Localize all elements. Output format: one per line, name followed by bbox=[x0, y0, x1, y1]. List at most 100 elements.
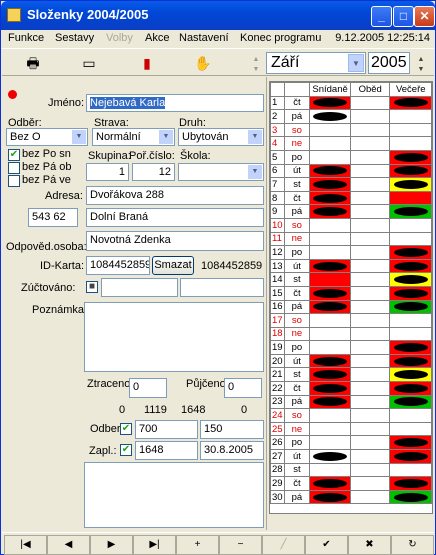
strava-select[interactable]: Normální ▼ bbox=[92, 128, 175, 146]
dinner-cell[interactable] bbox=[389, 299, 432, 315]
day-number[interactable]: 7 bbox=[270, 177, 285, 192]
dinner-cell[interactable] bbox=[389, 449, 432, 464]
day-number[interactable]: 29 bbox=[270, 476, 285, 491]
lunch-cell[interactable] bbox=[349, 394, 391, 410]
weekday-label[interactable]: út bbox=[283, 353, 311, 369]
calendar-row[interactable]: 21st bbox=[270, 367, 432, 383]
day-number[interactable]: 18 bbox=[270, 326, 285, 342]
day-number[interactable]: 17 bbox=[270, 313, 285, 328]
card-icon[interactable]: ▭ bbox=[78, 53, 100, 73]
dinner-cell[interactable] bbox=[389, 313, 432, 328]
breakfast-cell[interactable] bbox=[309, 122, 351, 138]
dinner-cell[interactable] bbox=[389, 204, 432, 219]
city-input[interactable]: Dolní Braná bbox=[86, 208, 264, 227]
dinner-cell[interactable] bbox=[389, 177, 432, 192]
weekday-label[interactable]: út bbox=[283, 163, 311, 179]
odber-select[interactable]: Bez O ▼ bbox=[6, 128, 88, 146]
weekday-label[interactable]: čt bbox=[283, 476, 311, 491]
calendar-row[interactable]: 28st bbox=[270, 462, 432, 478]
menu-nastaveni[interactable]: Nastavení bbox=[179, 32, 229, 44]
dinner-cell[interactable] bbox=[389, 231, 432, 247]
day-number[interactable]: 23 bbox=[270, 394, 285, 410]
skola-select[interactable]: ▼ bbox=[178, 163, 264, 181]
dinner-cell[interactable] bbox=[389, 367, 432, 383]
breakfast-cell[interactable] bbox=[309, 299, 351, 315]
calendar-row[interactable]: 5 po bbox=[270, 149, 432, 165]
minimize-button[interactable]: _ bbox=[371, 6, 392, 27]
lunch-cell[interactable] bbox=[349, 95, 391, 111]
weekday-label[interactable]: pá bbox=[283, 109, 311, 124]
lunch-cell[interactable] bbox=[349, 285, 391, 301]
check-bez-pa-ob[interactable] bbox=[8, 162, 20, 174]
menu-funkce[interactable]: Funkce bbox=[8, 32, 44, 44]
weekday-label[interactable]: ne bbox=[283, 136, 311, 151]
year-spin-down[interactable]: ▼ bbox=[414, 65, 428, 74]
lunch-cell[interactable] bbox=[349, 449, 391, 464]
check-bez-po-sn[interactable]: ✔ bbox=[8, 149, 20, 161]
day-number[interactable]: 12 bbox=[270, 245, 285, 260]
breakfast-cell[interactable] bbox=[309, 163, 351, 179]
breakfast-cell[interactable] bbox=[309, 353, 351, 369]
calendar-row[interactable]: 1 čt bbox=[270, 95, 432, 111]
osoba-input[interactable]: Novotná Zdenka bbox=[86, 231, 264, 251]
prev-record-button[interactable]: ◀ bbox=[47, 535, 90, 555]
calendar-row[interactable]: 22 čt bbox=[270, 381, 432, 396]
dinner-cell[interactable] bbox=[389, 462, 432, 478]
day-number[interactable]: 30 bbox=[270, 489, 285, 505]
book-icon[interactable]: ▮ bbox=[136, 53, 158, 73]
lunch-cell[interactable] bbox=[349, 122, 391, 138]
skupina-input[interactable]: 1 bbox=[86, 163, 129, 181]
calendar-row[interactable]: 19 po bbox=[270, 340, 432, 355]
name-input[interactable]: Nejebavá Karla bbox=[86, 94, 264, 112]
calendar-row[interactable]: 6 út bbox=[270, 163, 432, 179]
odber2-input[interactable]: 700 bbox=[135, 420, 198, 439]
breakfast-cell[interactable] bbox=[309, 435, 351, 451]
day-number[interactable]: 19 bbox=[270, 340, 285, 355]
breakfast-cell[interactable] bbox=[309, 476, 351, 491]
printer-icon[interactable]: 🖶 bbox=[22, 53, 44, 73]
day-number[interactable]: 15 bbox=[270, 285, 285, 301]
lunch-cell[interactable] bbox=[349, 272, 391, 287]
lunch-cell[interactable] bbox=[349, 258, 391, 274]
lunch-cell[interactable] bbox=[349, 109, 391, 124]
breakfast-cell[interactable] bbox=[309, 340, 351, 355]
calendar-row[interactable]: 16 pá bbox=[270, 299, 432, 315]
dinner-cell[interactable] bbox=[389, 136, 432, 151]
day-number[interactable]: 21 bbox=[270, 367, 285, 383]
calendar-row[interactable]: 4 ne bbox=[270, 136, 432, 151]
lunch-cell[interactable] bbox=[349, 408, 391, 423]
breakfast-cell[interactable] bbox=[309, 367, 351, 383]
day-number[interactable]: 3 bbox=[270, 122, 285, 138]
confirm-button[interactable]: ✔ bbox=[305, 535, 348, 555]
month-spin-up[interactable]: ▲ bbox=[249, 55, 263, 64]
day-number[interactable]: 22 bbox=[270, 381, 285, 396]
breakfast-cell[interactable] bbox=[309, 95, 351, 111]
day-number[interactable]: 28 bbox=[270, 462, 285, 478]
lunch-cell[interactable] bbox=[349, 476, 391, 491]
cancel-button[interactable]: ✖ bbox=[348, 535, 391, 555]
zuctovano-input-1[interactable] bbox=[101, 278, 178, 297]
weekday-label[interactable]: ne bbox=[283, 326, 311, 342]
lunch-cell[interactable] bbox=[349, 353, 391, 369]
zuctovano-check[interactable]: ■ bbox=[86, 281, 98, 293]
dinner-cell[interactable] bbox=[389, 285, 432, 301]
weekday-label[interactable]: st bbox=[283, 177, 311, 192]
calendar-row[interactable]: 23 pá bbox=[270, 394, 432, 410]
lunch-cell[interactable] bbox=[349, 367, 391, 383]
weekday-label[interactable]: čt bbox=[283, 285, 311, 301]
maximize-button[interactable]: □ bbox=[393, 6, 414, 27]
dinner-cell[interactable] bbox=[389, 109, 432, 124]
breakfast-cell[interactable] bbox=[309, 462, 351, 478]
dinner-cell[interactable] bbox=[389, 245, 432, 260]
breakfast-cell[interactable] bbox=[309, 217, 351, 233]
calendar-row[interactable]: 15 čt bbox=[270, 285, 432, 301]
weekday-label[interactable]: pá bbox=[283, 299, 311, 315]
calendar-row[interactable]: 17 so bbox=[270, 313, 432, 328]
lunch-cell[interactable] bbox=[349, 299, 391, 315]
lunch-cell[interactable] bbox=[349, 313, 391, 328]
breakfast-cell[interactable] bbox=[309, 149, 351, 165]
check-bez-pa-ve[interactable] bbox=[8, 175, 20, 187]
calendar-row[interactable]: 10 so bbox=[270, 217, 432, 233]
menu-sestavy[interactable]: Sestavy bbox=[55, 32, 94, 44]
dinner-cell[interactable] bbox=[389, 326, 432, 342]
